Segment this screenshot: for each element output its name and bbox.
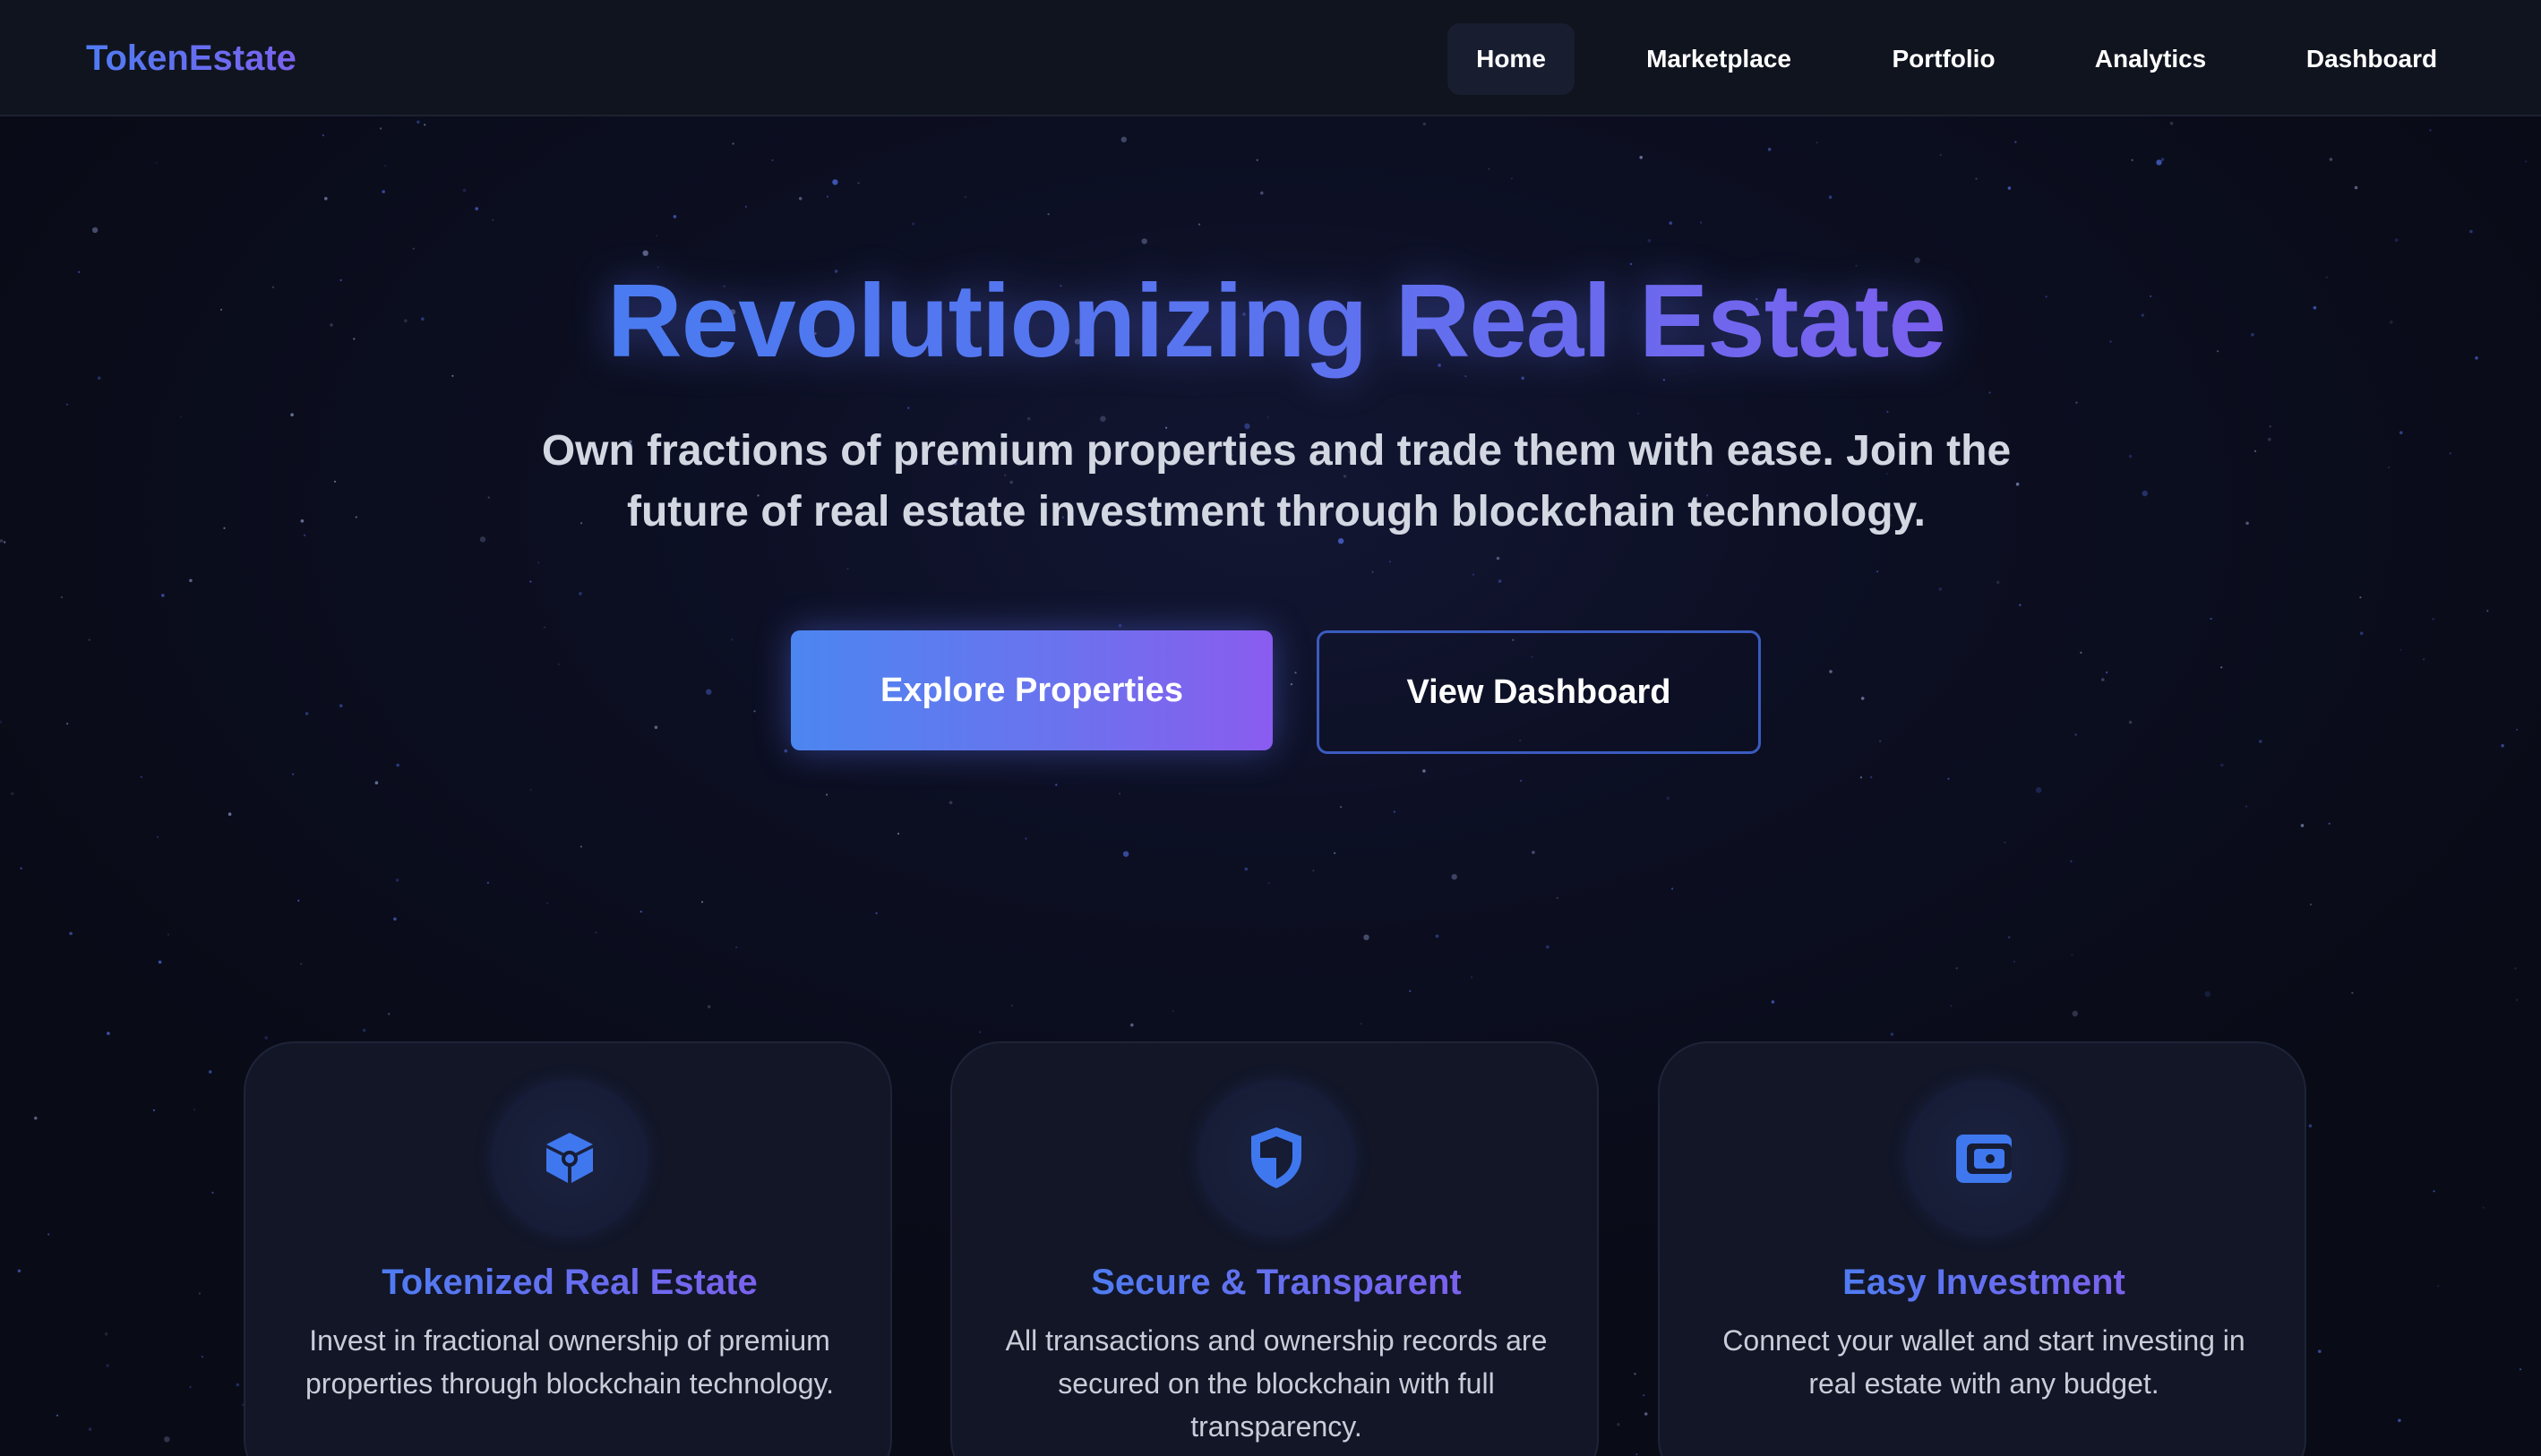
feature-icon-circle — [1910, 1084, 2057, 1231]
hero-title-text: Revolutionizing Real Estate — [606, 262, 1946, 379]
feature-title: Easy Investment — [1842, 1263, 2125, 1302]
feature-description: All transactions and ownership records a… — [1005, 1324, 1548, 1443]
feature-title: Tokenized Real Estate — [382, 1263, 758, 1302]
brand-logo[interactable]: TokenEstate — [86, 36, 296, 81]
feature-icon-circle — [1203, 1084, 1350, 1231]
nav-item-marketplace[interactable]: Marketplace — [1623, 23, 1815, 95]
hero-title: Revolutionizing Real Estate — [0, 258, 2541, 383]
feature-icon-circle — [496, 1084, 643, 1231]
feature-description: Connect your wallet and start investing … — [1722, 1324, 2245, 1400]
view-dashboard-button[interactable]: View Dashboard — [1317, 630, 1761, 754]
feature-description: Invest in fractional ownership of premiu… — [305, 1324, 834, 1400]
feature-card-easy: Easy Investment Connect your wallet and … — [1658, 1041, 2306, 1456]
cube-icon — [546, 1133, 593, 1183]
nav-item-dashboard[interactable]: Dashboard — [2289, 23, 2454, 95]
explore-properties-button[interactable]: Explore Properties — [791, 630, 1273, 750]
nav-item-portfolio[interactable]: Portfolio — [1870, 23, 2017, 95]
feature-card-secure: Secure & Transparent All transactions an… — [950, 1041, 1599, 1456]
wallet-icon — [1956, 1135, 2012, 1183]
landing-page: TokenEstate Home Marketplace Portfolio A… — [0, 0, 2541, 1456]
shield-icon — [1251, 1127, 1301, 1188]
feature-card-tokenized: Tokenized Real Estate Invest in fraction… — [244, 1041, 892, 1456]
nav-item-analytics[interactable]: Analytics — [2076, 23, 2225, 95]
feature-title: Secure & Transparent — [1091, 1263, 1462, 1302]
nav-item-home[interactable]: Home — [1447, 23, 1575, 95]
hero-subtitle: Own fractions of premium properties and … — [541, 427, 2012, 535]
navbar: TokenEstate Home Marketplace Portfolio A… — [0, 0, 2541, 116]
